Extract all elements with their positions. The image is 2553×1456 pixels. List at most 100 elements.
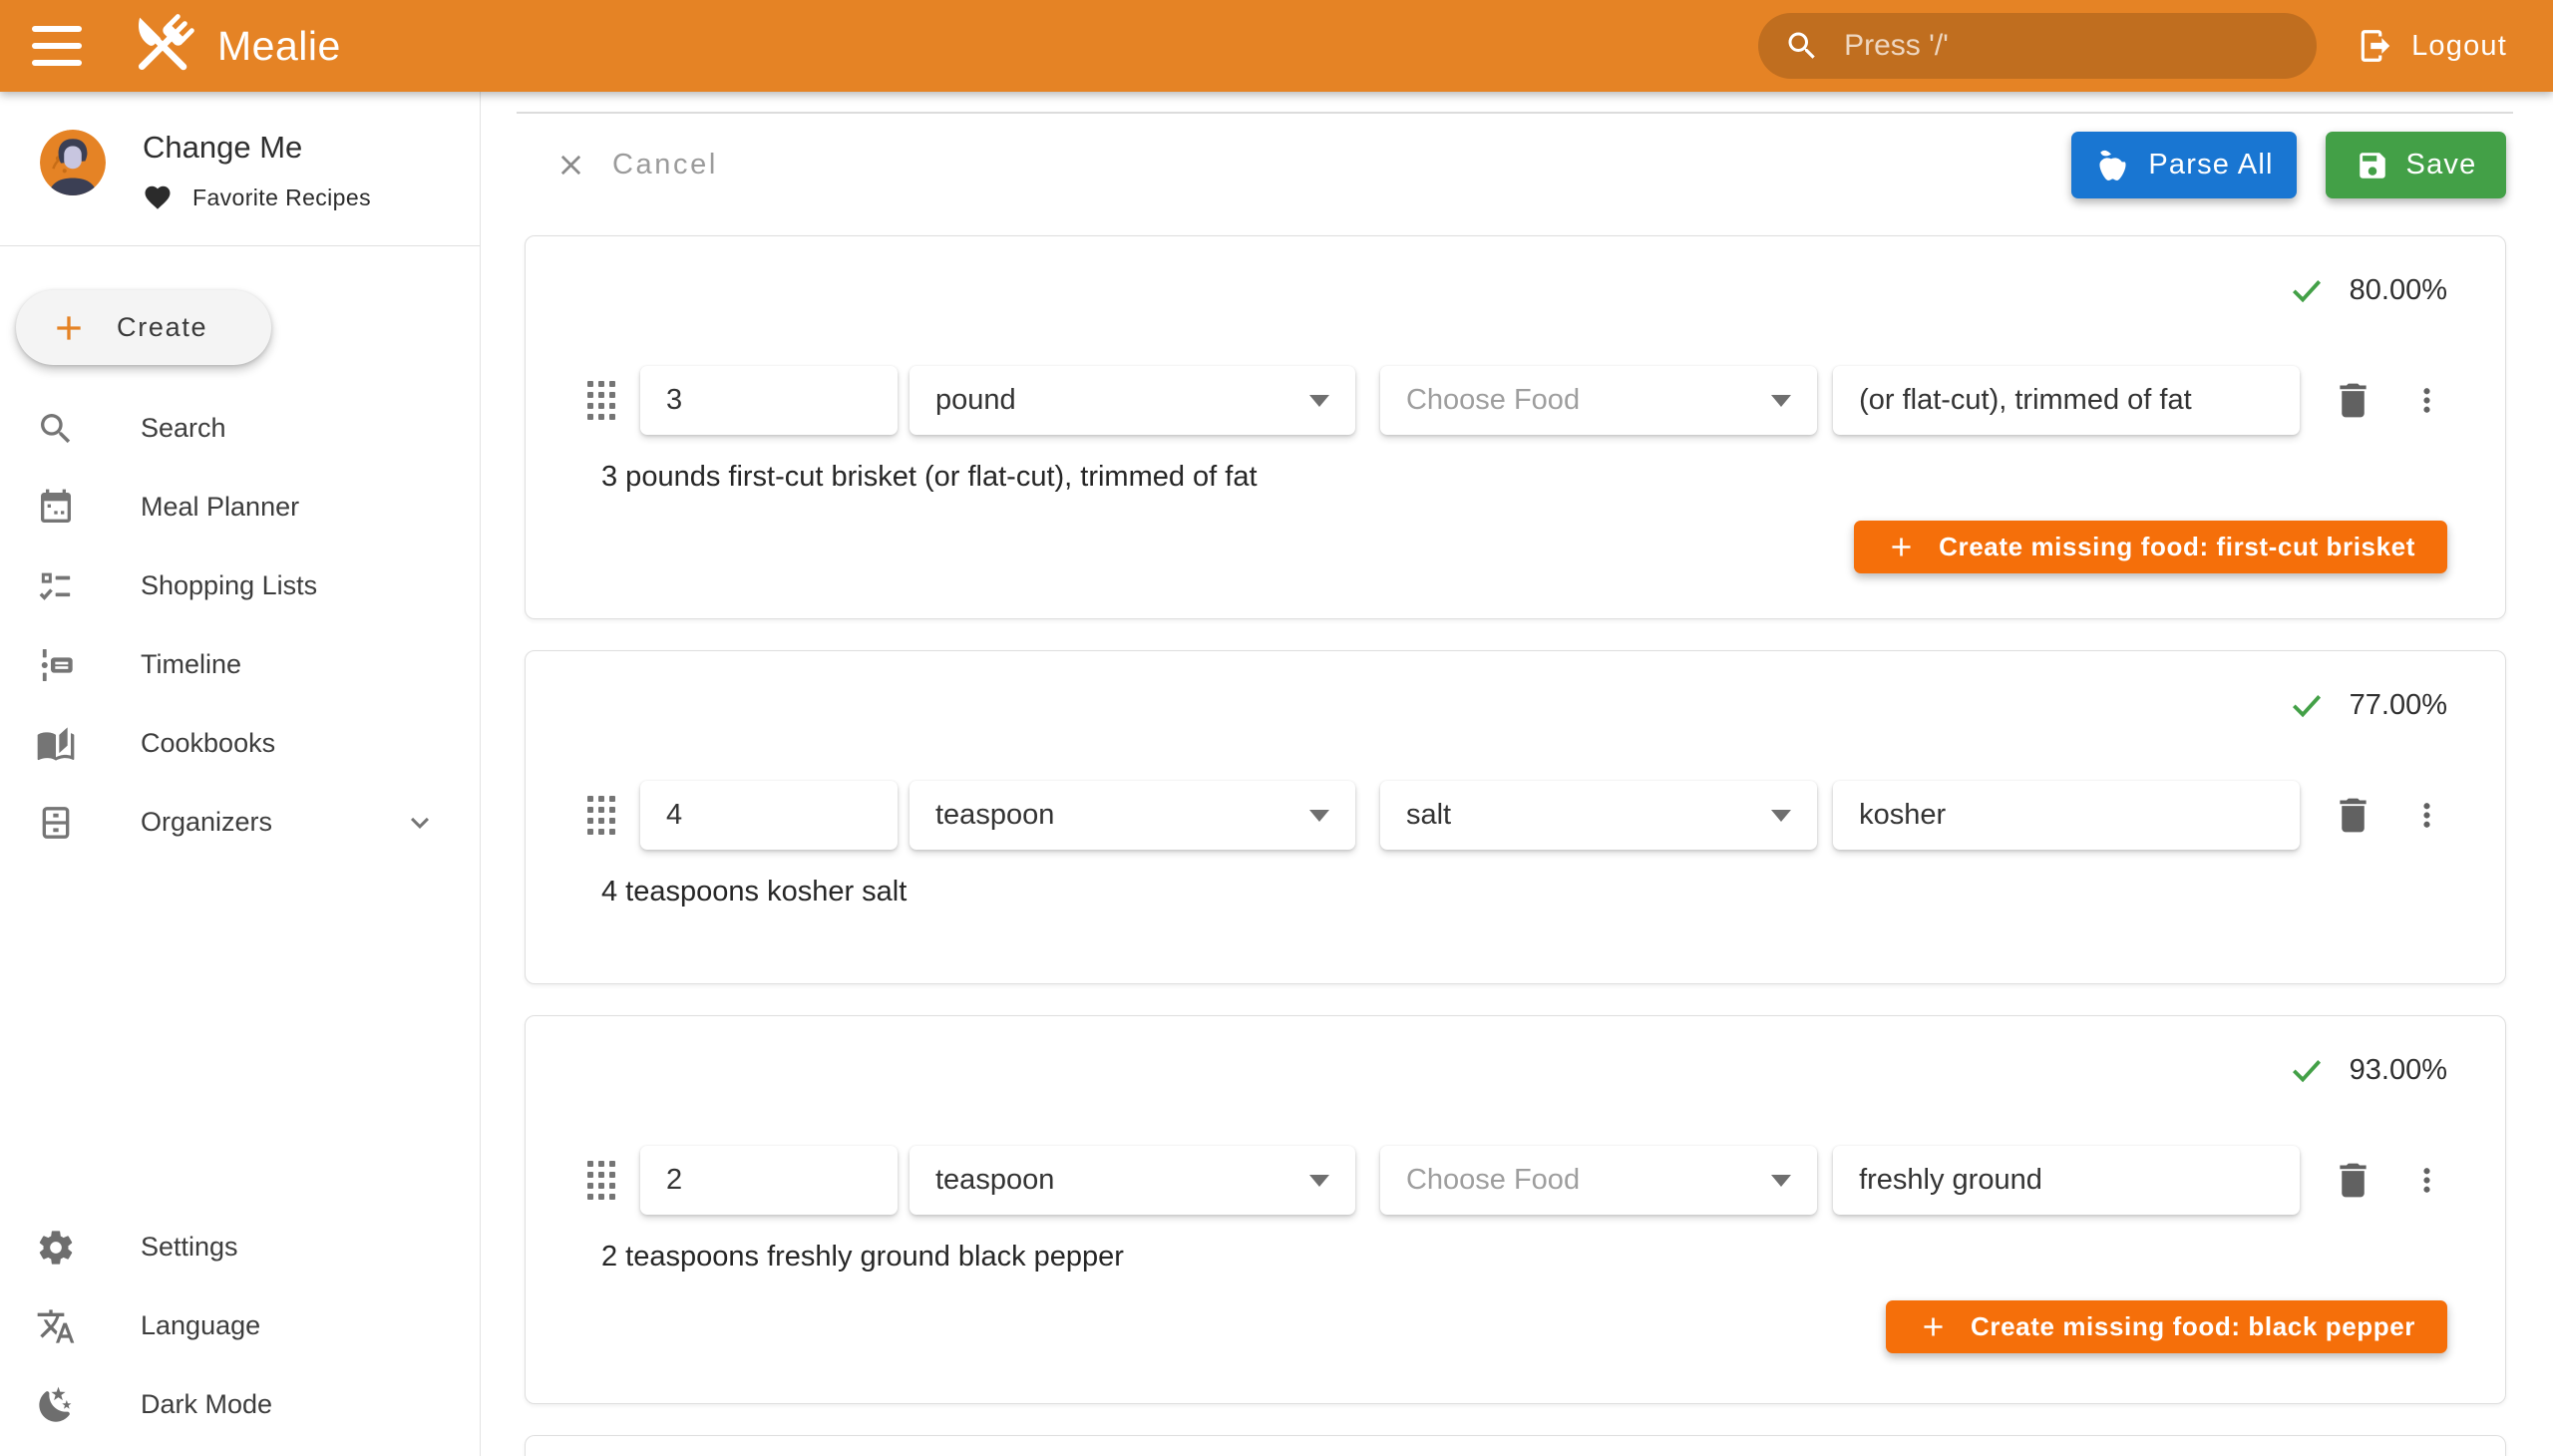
sidebar-item-label: Meal Planner [141, 492, 299, 523]
checklist-icon [36, 566, 76, 606]
sidebar-item-meal-planner[interactable]: Meal Planner [0, 468, 480, 546]
chevron-down-icon [402, 805, 438, 841]
create-missing-food-button[interactable]: Create missing food: black pepper [1886, 1300, 2447, 1353]
unit-select[interactable]: teaspoon [910, 781, 1355, 850]
sidebar-item-label: Cookbooks [141, 728, 275, 759]
confidence-value: 93.00% [2350, 1054, 2447, 1087]
search-icon [1784, 28, 1820, 64]
plus-icon [1886, 532, 1917, 562]
confidence-indicator: 80.00% [587, 270, 2447, 310]
ingredient-fields-row: teaspoon Choose Food [587, 1146, 2447, 1215]
more-options-button[interactable] [2406, 1155, 2447, 1207]
global-search[interactable] [1758, 13, 2317, 79]
user-info: Change Me Favorite Recipes [143, 130, 371, 212]
top-app-bar: Mealie Logout [0, 0, 2553, 92]
delete-button[interactable] [2328, 790, 2378, 842]
sidebar: Change Me Favorite Recipes Create Search [0, 92, 481, 1456]
sidebar-item-shopping-lists[interactable]: Shopping Lists [0, 546, 480, 625]
sidebar-nav: Search Meal Planner Shopping Lists [0, 389, 480, 862]
kebab-menu-icon [2408, 797, 2445, 834]
quantity-input[interactable] [640, 366, 898, 435]
menu-icon[interactable] [32, 26, 82, 66]
sidebar-item-search[interactable]: Search [0, 389, 480, 468]
delete-button[interactable] [2328, 1155, 2378, 1207]
divider [517, 112, 2513, 114]
unit-select[interactable]: teaspoon [910, 1146, 1355, 1215]
magnify-icon [36, 409, 76, 449]
food-select[interactable]: Choose Food [1380, 1146, 1817, 1215]
confidence-value: 77.00% [2350, 689, 2447, 722]
note-input[interactable] [1833, 1146, 2300, 1215]
timeline-icon [36, 645, 76, 685]
sidebar-item-organizers[interactable]: Organizers [0, 783, 480, 862]
caret-down-icon [1309, 1175, 1329, 1187]
delete-button[interactable] [2328, 375, 2378, 427]
sidebar-item-label: Shopping Lists [141, 570, 317, 601]
floppy-save-icon [2356, 149, 2389, 182]
ingredient-fields-row: teaspoon salt [587, 781, 2447, 850]
confidence-value: 80.00% [2350, 274, 2447, 307]
more-options-button[interactable] [2406, 790, 2447, 842]
original-ingredient-text: 4 teaspoons kosher salt [601, 876, 2447, 909]
create-button[interactable]: Create [16, 290, 271, 365]
original-ingredient-text: 3 pounds first-cut brisket (or flat-cut)… [601, 461, 2447, 494]
cancel-label: Cancel [612, 149, 718, 182]
note-input[interactable] [1833, 781, 2300, 850]
sidebar-item-label: Timeline [141, 649, 241, 680]
more-options-button[interactable] [2406, 375, 2447, 427]
save-button[interactable]: Save [2326, 132, 2506, 198]
parser-toolbar: Cancel Parse All Save [481, 132, 2553, 198]
crossed-fork-knife-icon [120, 3, 205, 89]
parse-all-button[interactable]: Parse All [2071, 132, 2297, 198]
ingredient-card: 77.00% teaspoon salt [525, 650, 2506, 984]
calendar-icon [36, 488, 76, 528]
unit-select[interactable]: pound [910, 366, 1355, 435]
food-select[interactable]: salt [1380, 781, 1817, 850]
app-logo[interactable]: Mealie [120, 3, 341, 89]
drag-handle-icon[interactable] [587, 1161, 615, 1200]
create-missing-label: Create missing food: black pepper [1971, 1311, 2415, 1342]
kebab-menu-icon [2408, 1162, 2445, 1199]
ingredient-card: 93.00% teaspoon Choose Food [525, 1015, 2506, 1404]
food-select[interactable]: Choose Food [1380, 366, 1817, 435]
file-cabinet-icon [36, 803, 76, 843]
cancel-button[interactable]: Cancel [554, 149, 718, 182]
unit-value: teaspoon [935, 799, 1054, 832]
sidebar-item-label: Search [141, 413, 226, 444]
sidebar-item-dark-mode[interactable]: Dark Mode [0, 1365, 480, 1444]
check-icon [2288, 686, 2326, 724]
quantity-input[interactable] [640, 781, 898, 850]
sidebar-item-language[interactable]: Language [0, 1286, 480, 1365]
note-input[interactable] [1833, 366, 2300, 435]
avatar[interactable] [40, 130, 106, 195]
unit-value: pound [935, 384, 1016, 417]
sidebar-footer: Settings Language Dark Mode [0, 1208, 480, 1456]
create-missing-label: Create missing food: first-cut brisket [1939, 532, 2415, 562]
create-missing-row: Create missing food: first-cut brisket [587, 521, 2447, 573]
check-icon [2288, 271, 2326, 309]
heart-icon [143, 182, 173, 212]
sidebar-item-settings[interactable]: Settings [0, 1208, 480, 1286]
sidebar-item-label: Settings [141, 1232, 238, 1263]
trash-icon [2331, 793, 2375, 838]
drag-handle-icon[interactable] [587, 796, 615, 835]
create-missing-food-button[interactable]: Create missing food: first-cut brisket [1854, 521, 2447, 573]
logout-icon [2357, 27, 2394, 65]
check-icon [2288, 1051, 2326, 1089]
close-icon [554, 149, 587, 182]
search-input[interactable] [1842, 28, 2291, 64]
original-ingredient-text: 2 teaspoons freshly ground black pepper [601, 1241, 2447, 1274]
caret-down-icon [1309, 810, 1329, 822]
plus-icon [49, 308, 89, 348]
drag-handle-icon[interactable] [587, 381, 615, 420]
logout-button[interactable]: Logout [2351, 26, 2513, 66]
plus-icon [1918, 1311, 1949, 1342]
favorites-label: Favorite Recipes [192, 184, 371, 211]
food-value: salt [1406, 799, 1451, 832]
logout-label: Logout [2411, 30, 2507, 63]
favorite-recipes-link[interactable]: Favorite Recipes [143, 182, 371, 212]
quantity-input[interactable] [640, 1146, 898, 1215]
sidebar-item-timeline[interactable]: Timeline [0, 625, 480, 704]
sidebar-item-label: Dark Mode [141, 1389, 272, 1420]
sidebar-item-cookbooks[interactable]: Cookbooks [0, 704, 480, 783]
